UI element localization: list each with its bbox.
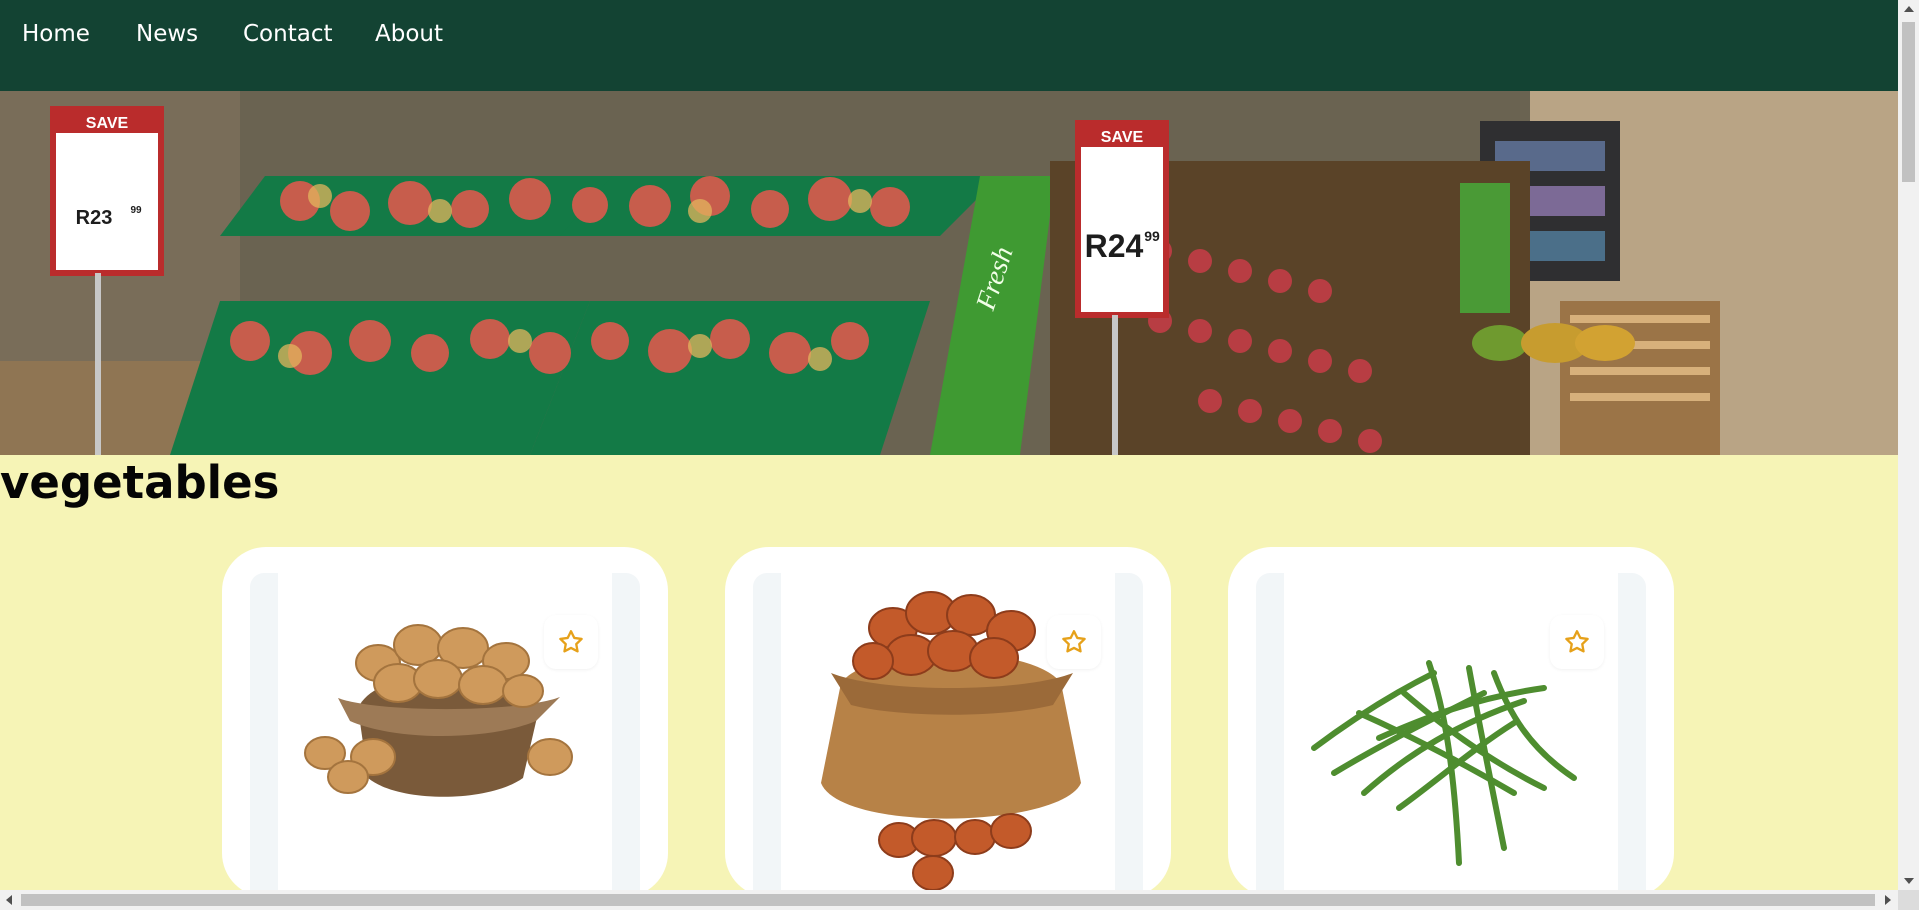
horizontal-scrollbar[interactable] [0, 890, 1919, 910]
page-viewport: Home News Contact About SAVE R23 99 SAVE… [0, 0, 1898, 890]
left-sign-title: SAVE [86, 115, 129, 132]
vertical-scrollbar[interactable] [1898, 0, 1919, 890]
product-image-frame [250, 573, 640, 890]
right-sign-title: SAVE [1101, 129, 1144, 146]
section-title: vegetables [0, 456, 280, 509]
scroll-up-icon[interactable] [1904, 6, 1914, 12]
supermarket-produce-illustration: SAVE R23 99 SAVE R24 99 Fresh [0, 91, 1898, 455]
left-sign-price: R23 [76, 207, 113, 229]
star-icon [1062, 630, 1086, 653]
product-image-frame [753, 573, 1143, 890]
left-sign-cents: 99 [130, 205, 142, 216]
nav-about-link[interactable]: About [375, 20, 443, 48]
right-sign-cents: 99 [1144, 228, 1160, 244]
nav-news-link[interactable]: News [136, 20, 198, 48]
favorite-button[interactable] [544, 615, 598, 669]
product-image-frame [1256, 573, 1646, 890]
navbar: Home News Contact About [0, 0, 1898, 91]
favorite-button[interactable] [1550, 615, 1604, 669]
hero-banner-image: SAVE R23 99 SAVE R24 99 Fresh [0, 91, 1898, 455]
star-icon [559, 630, 583, 653]
scrollbar-corner [1898, 890, 1919, 910]
horizontal-scroll-thumb[interactable] [21, 894, 1875, 906]
product-card-onions[interactable] [725, 547, 1171, 890]
vertical-scroll-thumb[interactable] [1902, 22, 1915, 182]
right-sign-price: R24 [1085, 228, 1144, 264]
scroll-left-icon[interactable] [6, 895, 12, 905]
product-card-potatoes[interactable] [222, 547, 668, 890]
nav-contact-link[interactable]: Contact [243, 20, 332, 48]
scroll-right-icon[interactable] [1885, 895, 1891, 905]
product-card-green-beans[interactable] [1228, 547, 1674, 890]
star-icon [1565, 630, 1589, 653]
favorite-button[interactable] [1047, 615, 1101, 669]
nav-home-link[interactable]: Home [22, 20, 90, 48]
scroll-down-icon[interactable] [1904, 878, 1914, 884]
